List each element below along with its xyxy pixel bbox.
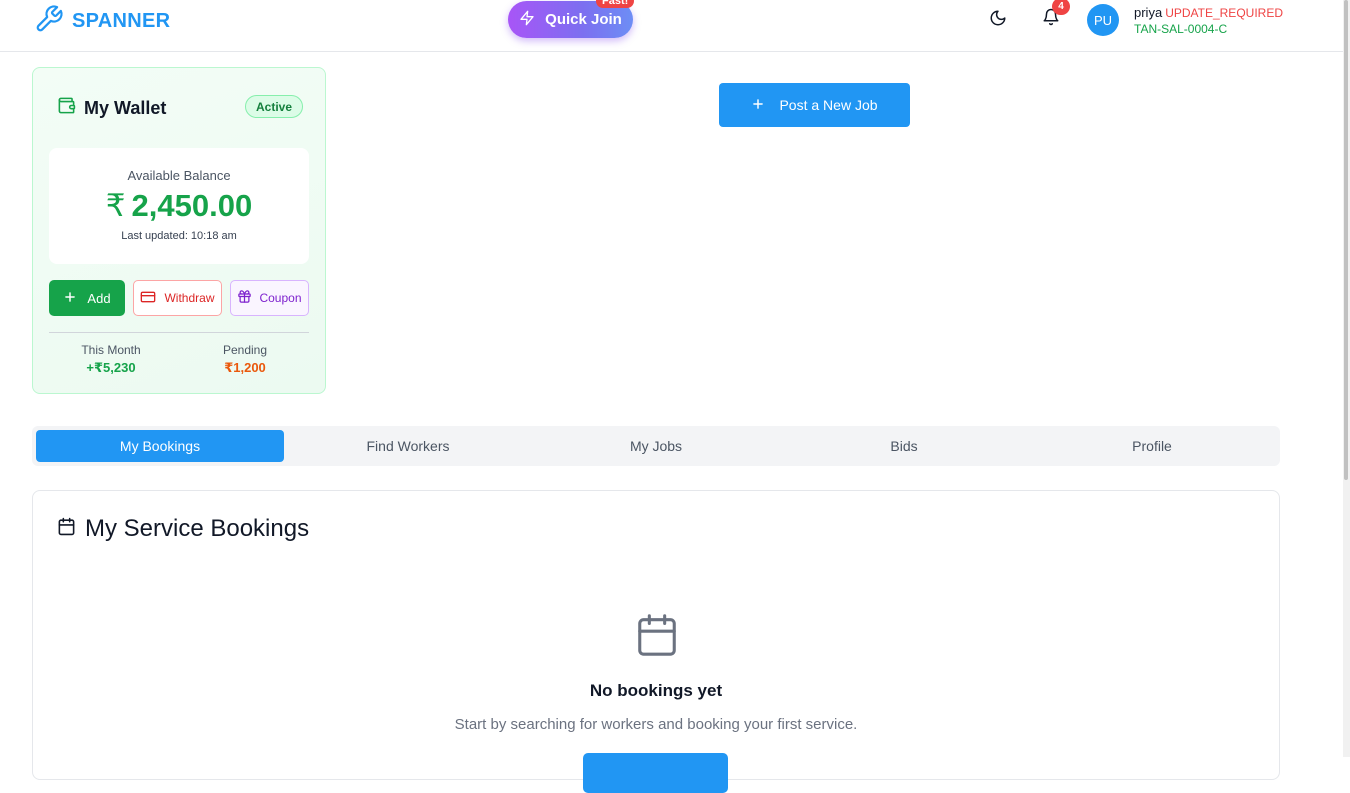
withdraw-button[interactable]: Withdraw — [133, 280, 222, 316]
user-info[interactable]: priya UPDATE_REQUIRED TAN-SAL-0004-C — [1134, 5, 1283, 37]
this-month-value: +₹5,230 — [86, 360, 136, 375]
divider — [49, 332, 309, 333]
find-workers-button[interactable] — [583, 753, 728, 793]
empty-state-description: Start by searching for workers and booki… — [454, 716, 858, 733]
status-badge: Active — [245, 95, 304, 118]
logo-text: SPANNER — [72, 10, 171, 32]
this-month-label: This Month — [81, 343, 141, 357]
tab-profile[interactable]: Profile — [1028, 430, 1276, 462]
tab-bids[interactable]: Bids — [780, 430, 1028, 462]
plus-icon — [751, 97, 765, 114]
balance-label: Available Balance — [127, 168, 231, 183]
app-header: SPANNER Quick Join Fast! 4 PU priya UPDAT… — [0, 0, 1343, 52]
plus-icon — [63, 290, 77, 307]
withdraw-label: Withdraw — [164, 291, 215, 305]
pending-value: ₹1,200 — [224, 360, 266, 375]
tab-my-jobs[interactable]: My Jobs — [532, 430, 780, 462]
coupon-label: Coupon — [259, 291, 302, 305]
balance-value: ₹2,450.00 — [49, 188, 309, 224]
notification-badge: 4 — [1052, 0, 1070, 15]
tab-my-bookings[interactable]: My Bookings — [36, 430, 284, 462]
tab-find-workers[interactable]: Find Workers — [284, 430, 532, 462]
credit-card-icon — [140, 289, 156, 308]
wallet-icon — [57, 96, 76, 120]
tab-bar: My Bookings Find Workers My Jobs Bids Pr… — [32, 426, 1280, 466]
add-label: Add — [87, 290, 111, 306]
balance-amount: 2,450.00 — [131, 188, 253, 223]
moon-icon[interactable] — [989, 9, 1007, 32]
user-status: UPDATE_REQUIRED — [1165, 6, 1283, 20]
user-code: TAN-SAL-0004-C — [1134, 22, 1228, 36]
calendar-icon — [634, 612, 680, 663]
post-job-button[interactable]: Post a New Job — [719, 83, 910, 127]
section-title-text: My Service Bookings — [85, 515, 310, 542]
wallet-card: My Wallet Active Available Balance ₹2,45… — [32, 67, 326, 394]
post-job-label: Post a New Job — [779, 97, 878, 113]
wallet-title-text: My Wallet — [84, 97, 167, 118]
wrench-icon — [34, 4, 64, 39]
zap-icon — [519, 10, 535, 30]
fast-badge: Fast! — [596, 0, 635, 8]
pending-stat: Pending ₹1,200 — [195, 343, 295, 376]
calendar-icon — [57, 515, 76, 543]
section-title: My Service Bookings — [57, 515, 309, 543]
logo[interactable]: SPANNER — [34, 4, 170, 39]
balance-box: Available Balance ₹2,450.00 Last updated… — [49, 148, 309, 264]
quick-join-label: Quick Join — [545, 11, 622, 28]
add-money-button[interactable]: Add — [49, 280, 125, 316]
gift-icon — [237, 289, 252, 307]
currency-symbol: ₹ — [105, 188, 126, 223]
scrollbar-thumb[interactable] — [1344, 0, 1348, 480]
bookings-card: My Service Bookings No bookings yet Star… — [32, 490, 1280, 793]
wallet-title: My Wallet — [57, 96, 166, 120]
last-updated: Last updated: 10:18 am — [121, 230, 237, 242]
this-month-stat: This Month +₹5,230 — [61, 343, 161, 376]
user-name: priya — [1134, 5, 1163, 20]
coupon-button[interactable]: Coupon — [230, 280, 309, 316]
avatar[interactable]: PU — [1087, 4, 1119, 36]
empty-state-title: No bookings yet — [589, 681, 723, 700]
pending-label: Pending — [222, 343, 268, 357]
